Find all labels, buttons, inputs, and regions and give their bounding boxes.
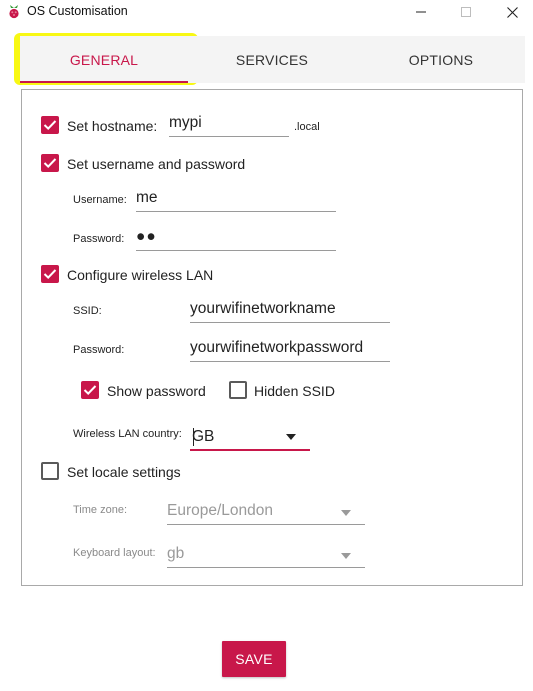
- close-icon: [506, 6, 518, 18]
- checkmark-icon: [43, 158, 57, 169]
- raspberry-icon: [9, 5, 19, 19]
- locale-label: Set locale settings: [67, 464, 181, 480]
- hostname-value: mypi: [169, 114, 202, 131]
- window-title: OS Customisation: [27, 4, 128, 18]
- text-cursor: [193, 428, 194, 446]
- maximize-button[interactable]: [443, 0, 489, 24]
- wlan-country-select[interactable]: GB: [190, 424, 310, 451]
- timezone-label: Time zone:: [73, 504, 128, 516]
- password-value: ●●: [136, 228, 157, 245]
- wifi-password-label: Password:: [73, 344, 125, 356]
- timezone-select[interactable]: Europe/London: [167, 500, 365, 525]
- timezone-value: Europe/London: [167, 502, 274, 519]
- ssid-label: SSID:: [73, 305, 102, 317]
- ssid-input[interactable]: yourwifinetworkname: [190, 298, 390, 323]
- tab-selected-indicator: [20, 81, 188, 83]
- hostname-suffix: .local: [294, 121, 320, 133]
- maximize-icon: [461, 7, 471, 17]
- hidden-ssid-checkbox[interactable]: [229, 381, 247, 399]
- minimize-icon: [416, 11, 426, 13]
- password-label: Password:: [73, 233, 125, 245]
- user-checkbox[interactable]: [41, 154, 59, 172]
- close-button[interactable]: [489, 0, 533, 24]
- locale-checkbox[interactable]: [41, 462, 59, 480]
- tab-general[interactable]: GENERAL: [20, 36, 188, 83]
- save-button[interactable]: SAVE: [222, 641, 286, 677]
- tab-options[interactable]: OPTIONS: [357, 36, 525, 83]
- title-bar: OS Customisation: [0, 0, 533, 24]
- checkmark-icon: [83, 385, 97, 396]
- wlan-country-label: Wireless LAN country:: [73, 428, 182, 440]
- show-password-checkbox[interactable]: [81, 381, 99, 399]
- wifi-checkbox[interactable]: [41, 265, 59, 283]
- keyboard-layout-label: Keyboard layout:: [73, 547, 156, 559]
- minimize-button[interactable]: [398, 0, 444, 24]
- wifi-password-value: yourwifinetworkpassword: [190, 339, 364, 356]
- keyboard-layout-value: gb: [167, 545, 185, 562]
- wlan-country-value: GB: [192, 428, 215, 445]
- chevron-down-icon: [341, 510, 351, 516]
- keyboard-layout-select[interactable]: gb: [167, 543, 365, 568]
- chevron-down-icon: [341, 553, 351, 559]
- tab-services[interactable]: SERVICES: [188, 36, 356, 83]
- hostname-input[interactable]: mypi: [169, 112, 289, 137]
- wifi-label: Configure wireless LAN: [67, 267, 214, 283]
- username-value: me: [136, 189, 158, 206]
- chevron-down-icon: [286, 434, 296, 440]
- ssid-value: yourwifinetworkname: [190, 300, 336, 317]
- hidden-ssid-label: Hidden SSID: [254, 383, 335, 399]
- password-input[interactable]: ●●: [136, 226, 336, 251]
- username-label: Username:: [73, 194, 127, 206]
- checkmark-icon: [43, 269, 57, 280]
- show-password-label: Show password: [107, 383, 206, 399]
- wifi-password-input[interactable]: yourwifinetworkpassword: [190, 337, 390, 362]
- checkmark-icon: [43, 120, 57, 131]
- hostname-label: Set hostname:: [67, 118, 158, 134]
- username-input[interactable]: me: [136, 187, 336, 212]
- hostname-checkbox[interactable]: [41, 116, 59, 134]
- user-label: Set username and password: [67, 156, 246, 172]
- tab-bar: GENERAL SERVICES OPTIONS: [20, 36, 525, 83]
